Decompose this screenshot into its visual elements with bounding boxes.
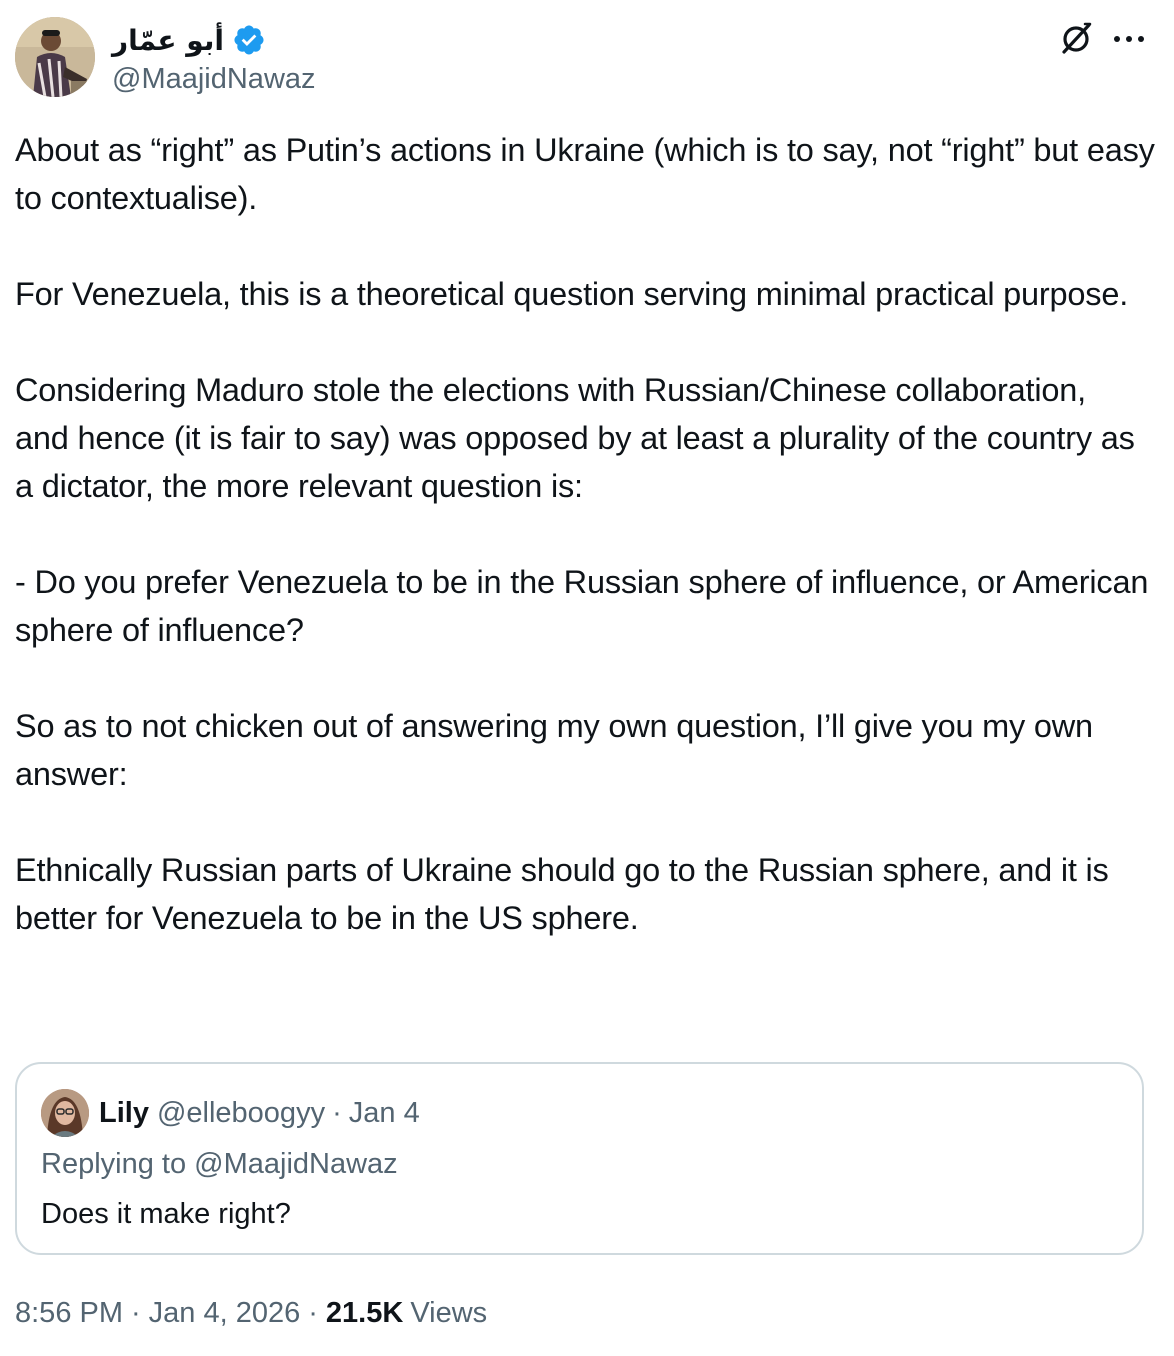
quoted-author-name[interactable]: Lily [99,1097,149,1130]
quoted-date[interactable]: Jan 4 [349,1097,420,1130]
quoted-text: Does it make right? [41,1198,291,1230]
tweet-header: أبو عمّار @MaajidNawaz [15,17,1159,99]
grok-icon [1058,20,1094,61]
grok-button[interactable] [1055,19,1097,61]
verified-badge-icon [232,23,266,57]
tweet-meta: 8:56 PM · Jan 4, 2026 · 21.5K Views [15,1292,487,1334]
quoted-separator: · [332,1096,342,1129]
quoted-author-handle[interactable]: @elleboogyy [157,1097,325,1130]
more-options-button[interactable] [1105,19,1153,61]
tweet-text: About as “right” as Putin’s actions in U… [15,132,1155,936]
meta-separator: · [308,1296,318,1329]
meta-separator: · [131,1296,141,1329]
quoted-tweet[interactable]: Lily @elleboogyy · Jan 4 Replying to @Ma… [15,1062,1144,1255]
quoted-replying-to: Replying to @MaajidNawaz [41,1148,398,1180]
quoted-tweet-header: Lily @elleboogyy · Jan 4 [41,1088,420,1138]
more-dots-icon [1113,31,1145,49]
tweet-date[interactable]: Jan 4, 2026 [149,1297,301,1330]
author-handle[interactable]: @MaajidNawaz [112,63,316,96]
quoted-author-avatar[interactable] [41,1089,89,1137]
tweet: أبو عمّار @MaajidNawaz About as “right” … [0,0,1174,1356]
author-name-row: أبو عمّار [112,21,266,59]
author-avatar[interactable] [15,17,95,97]
views-label: Views [410,1296,488,1329]
tweet-time[interactable]: 8:56 PM [15,1297,123,1330]
author-display-name[interactable]: أبو عمّار [112,24,224,57]
views-count[interactable]: 21.5K [326,1297,403,1330]
